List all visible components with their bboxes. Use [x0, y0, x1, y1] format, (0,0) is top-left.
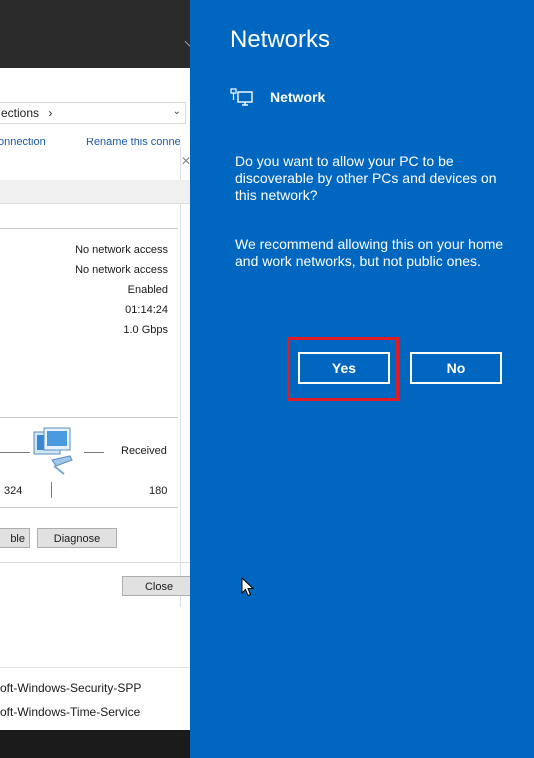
taskbar-strip	[0, 730, 190, 758]
diagnose-button[interactable]: Diagnose	[37, 528, 117, 548]
computer-network-icon	[33, 427, 73, 475]
explorer-titlebar	[0, 0, 190, 68]
address-dropdown-icon[interactable]: ⌄	[173, 102, 181, 122]
speed-value: 1.0 Gbps	[123, 324, 168, 336]
divider	[0, 507, 178, 508]
yes-button[interactable]: Yes	[298, 352, 390, 384]
divider	[0, 562, 190, 563]
disable-button[interactable]: ble	[0, 528, 30, 548]
divider	[0, 417, 178, 418]
close-button[interactable]: Close	[122, 576, 190, 596]
address-bar[interactable]: ections › ⌄	[0, 102, 186, 124]
close-icon[interactable]: ✕	[181, 154, 190, 168]
no-button[interactable]: No	[410, 352, 502, 384]
ipv6-connectivity-value: No network access	[75, 264, 168, 276]
recommendation-text: We recommend allowing this on your home …	[235, 236, 504, 269]
network-name: Network	[270, 89, 326, 105]
network-pc-icon	[230, 88, 253, 106]
received-label: Received	[121, 445, 167, 457]
dialog-tab-strip[interactable]	[0, 180, 190, 204]
received-bytes-value: 180	[149, 485, 168, 497]
breadcrumb-arrow-icon[interactable]: ›	[48, 106, 52, 120]
mouse-cursor-icon	[241, 577, 254, 597]
networks-flyout: Networks Network Do you want to allow yo…	[190, 0, 534, 758]
breadcrumb-text: ections	[1, 106, 40, 120]
background-window: ections › ⌄ onnection Rename this conne …	[0, 0, 190, 758]
activity-line-left	[0, 452, 30, 453]
media-state-value: Enabled	[127, 284, 168, 296]
flyout-title: Networks	[230, 26, 331, 53]
list-item[interactable]: oft-Windows-Time-Service	[0, 705, 140, 719]
activity-divider	[51, 482, 52, 498]
discoverable-prompt: Do you want to allow your PC to be disco…	[235, 153, 497, 203]
breadcrumb[interactable]: ections ›	[1, 103, 52, 123]
list-divider	[0, 667, 190, 668]
activity-line-right	[84, 452, 104, 453]
duration-value: 01:14:24	[125, 304, 168, 316]
sent-bytes-value: 324	[4, 485, 23, 497]
list-item[interactable]: oft-Windows-Security-SPP	[0, 681, 141, 695]
divider	[0, 228, 178, 229]
ipv4-connectivity-value: No network access	[75, 244, 168, 256]
